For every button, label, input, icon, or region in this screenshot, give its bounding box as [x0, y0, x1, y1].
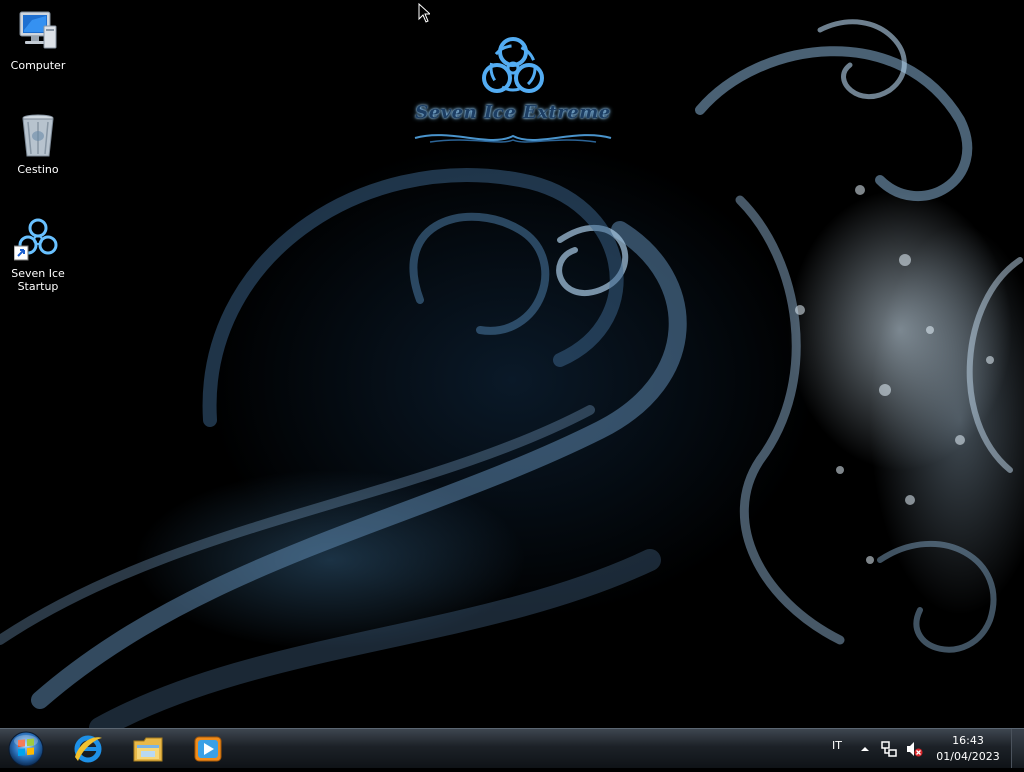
show-hidden-icons-chevron-icon[interactable] [858, 741, 872, 755]
show-desktop-button[interactable] [1011, 729, 1024, 768]
biohazard-logo-icon [482, 37, 544, 93]
start-button[interactable] [6, 730, 46, 768]
desktop-icon-label: Seven Ice Startup [11, 267, 65, 293]
desktop-icon-label: Cestino [17, 163, 59, 176]
logo-ornament [414, 134, 612, 143]
internet-explorer-icon [74, 735, 102, 763]
taskbar-clock[interactable]: 16:43 01/04/2023 [932, 733, 1004, 765]
desktop-icon-seven-ice-startup[interactable]: Seven Ice Startup [0, 216, 76, 293]
taskbar-app-file-explorer[interactable] [120, 732, 176, 766]
clock-date: 01/04/2023 [936, 750, 1000, 763]
language-indicator[interactable]: IT [826, 739, 848, 752]
mouse-cursor [418, 3, 430, 23]
taskbar-app-internet-explorer[interactable] [60, 732, 116, 766]
desktop-icon-computer[interactable]: Computer [0, 8, 76, 72]
taskbar-app-media-player[interactable] [180, 732, 236, 766]
desktop[interactable]: Computer Cestino Seven Ice Startup Seven… [0, 0, 1024, 728]
file-explorer-icon [133, 737, 163, 762]
desktop-icon-label: Computer [10, 59, 66, 72]
clock-time: 16:43 [952, 734, 984, 747]
computer-icon [14, 8, 62, 56]
recycle-bin-icon [14, 112, 62, 160]
windows-start-orb-icon [8, 731, 44, 767]
taskbar: IT 16:43 01/04/2023 [0, 728, 1024, 768]
logo-text: Seven Ice Extreme [415, 102, 611, 123]
media-player-icon [194, 736, 222, 762]
network-icon[interactable] [880, 740, 898, 762]
biohazard-shortcut-icon [13, 216, 62, 264]
volume-muted-icon[interactable] [905, 740, 923, 762]
seven-ice-extreme-logo: Seven Ice Extreme [410, 32, 616, 148]
desktop-icon-recycle-bin[interactable]: Cestino [0, 112, 76, 176]
